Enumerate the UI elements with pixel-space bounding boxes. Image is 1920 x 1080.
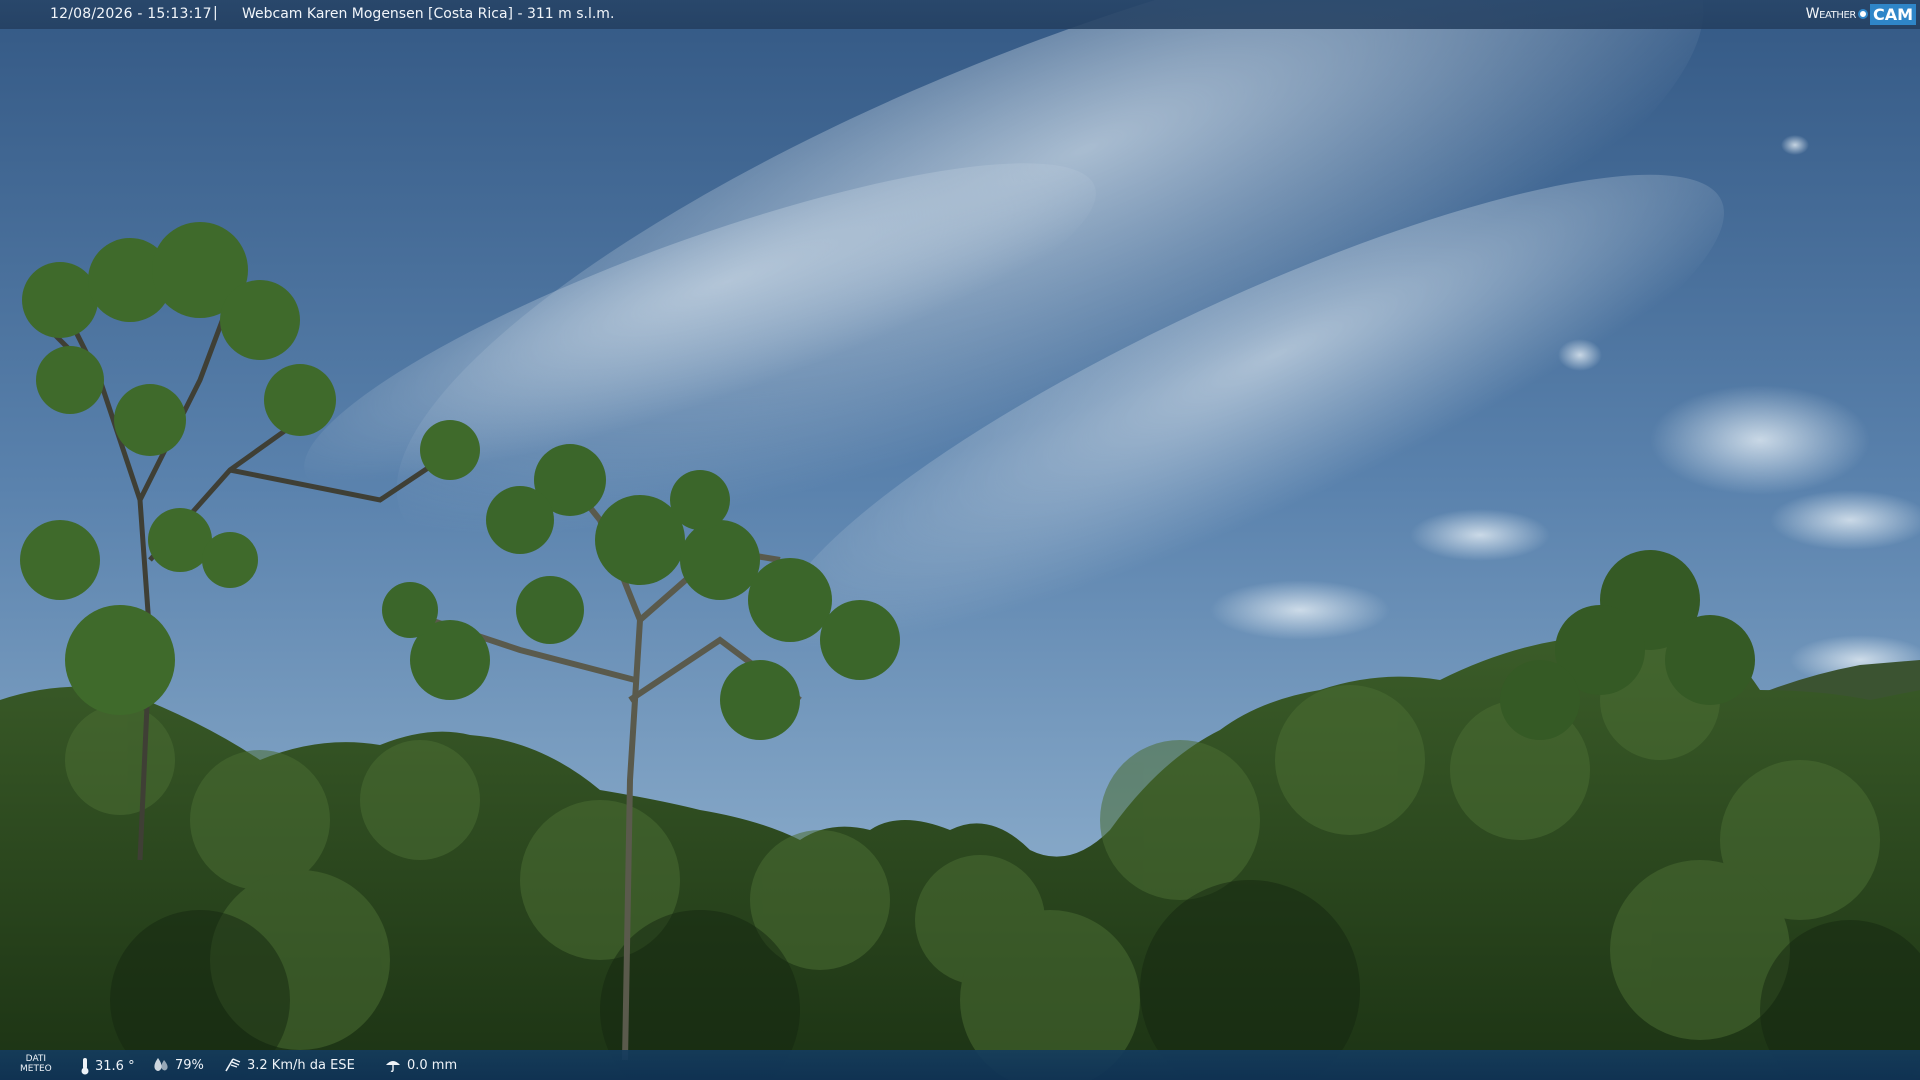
wind-readout: 3.2 Km/h da ESE bbox=[224, 1057, 355, 1073]
weather-bar: DATI METEO 31.6 ° 79% 3.2 Km/h da ESE 0.… bbox=[0, 1050, 1920, 1080]
webcam-image bbox=[0, 0, 1920, 1080]
humidity-readout: 79% bbox=[152, 1057, 204, 1073]
logo-word: Weather bbox=[1805, 6, 1857, 22]
temperature-value: 31.6 ° bbox=[95, 1058, 135, 1074]
humidity-value: 79% bbox=[175, 1057, 204, 1073]
weather-label-line2: METEO bbox=[20, 1064, 52, 1074]
weather-label-line1: DATI bbox=[25, 1054, 47, 1064]
header-separator: | bbox=[213, 5, 218, 21]
humidity-drop-icon bbox=[154, 1058, 168, 1071]
logo-cam: CAM bbox=[1869, 3, 1916, 25]
weathercam-logo: Weather CAM bbox=[1806, 2, 1916, 26]
weather-data-label: DATI METEO bbox=[20, 1054, 52, 1074]
wind-icon bbox=[225, 1058, 241, 1072]
rain-value: 0.0 mm bbox=[407, 1057, 458, 1073]
webcam-title: Webcam Karen Mogensen [Costa Rica] - 311… bbox=[242, 6, 615, 22]
header-bar: 12/08/2026 - 15:13:17 | Webcam Karen Mog… bbox=[0, 0, 1920, 29]
rain-icon bbox=[386, 1061, 400, 1073]
wind-value: 3.2 Km/h da ESE bbox=[247, 1057, 355, 1073]
thermometer-icon bbox=[81, 1058, 89, 1075]
temperature-readout: 31.6 ° bbox=[80, 1057, 135, 1075]
timestamp: 12/08/2026 - 15:13:17 bbox=[50, 6, 212, 22]
logo-dot-icon bbox=[1857, 9, 1868, 19]
rain-readout: 0.0 mm bbox=[384, 1057, 457, 1073]
